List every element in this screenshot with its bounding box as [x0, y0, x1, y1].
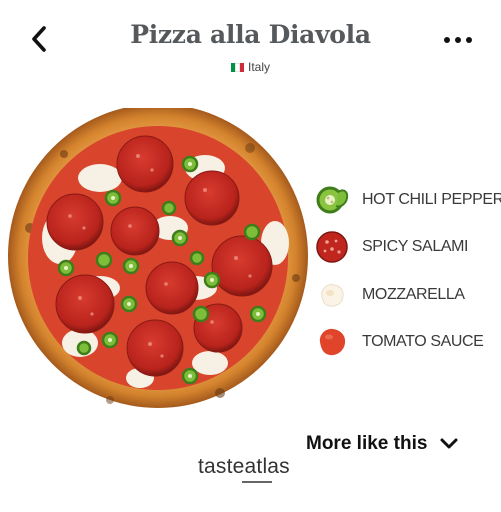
italy-flag-icon	[230, 61, 244, 72]
mozzarella-icon	[321, 283, 344, 307]
page-title: Pizza alla Diavola	[130, 20, 371, 49]
more-horizontal-icon	[444, 37, 450, 43]
brand-logo: tasteatlas	[198, 455, 290, 478]
legend-label: SPICY SALAMI	[362, 238, 469, 256]
legend-item-chili: HOT CHILI PEPPERS	[314, 176, 501, 224]
legend-label: MOZZARELLA	[362, 285, 465, 303]
more-like-this-button[interactable]: More like this	[306, 433, 459, 455]
chevron-left-icon	[32, 26, 46, 52]
country-label: Italy	[0, 60, 501, 74]
legend-label: TOMATO SAUCE	[362, 333, 484, 351]
more-like-this-label: More like this	[306, 433, 428, 454]
salami-icon	[316, 231, 348, 263]
more-options-button[interactable]	[440, 30, 476, 50]
legend-item-mozzarella: MOZZARELLA	[314, 271, 501, 319]
tomato-sauce-icon	[319, 329, 346, 356]
legend-item-salami: SPICY SALAMI	[314, 224, 501, 272]
back-button[interactable]	[26, 22, 56, 56]
ingredient-legend: HOT CHILI PEPPERS SPICY SALAMI MOZZARELL…	[314, 176, 501, 366]
legend-label: HOT CHILI PEPPERS	[362, 190, 501, 208]
chevron-down-icon	[440, 438, 458, 449]
chili-pepper-icon	[316, 186, 349, 214]
pizza-image	[8, 108, 308, 408]
legend-item-tomato: TOMATO SAUCE	[314, 319, 501, 367]
brand-logo-underline	[242, 481, 272, 483]
country-name: Italy	[247, 60, 270, 74]
